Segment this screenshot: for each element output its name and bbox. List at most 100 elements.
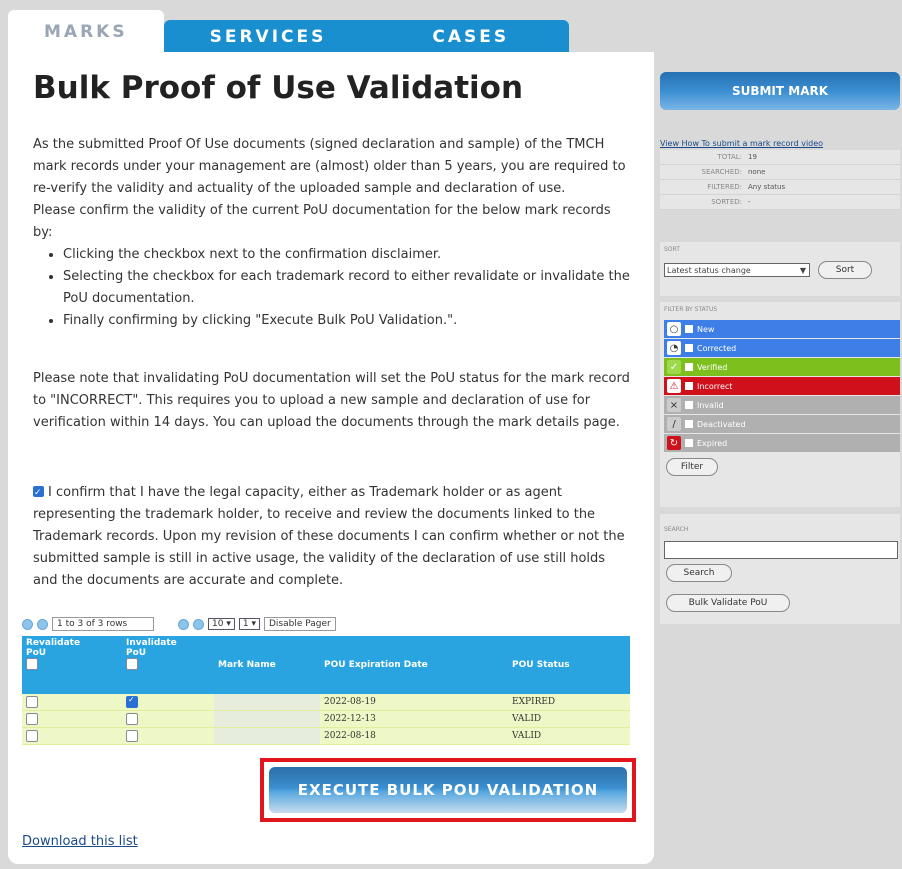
confirm-checkbox[interactable] [33, 482, 44, 504]
status-checkbox[interactable] [685, 382, 693, 390]
table-pager: 1 to 3 of 3 rows 10 ▾ 1 ▾ Disable Pager [22, 617, 336, 631]
confirm-disclaimer: I confirm that I have the legal capacity… [33, 482, 633, 592]
warning-icon: ⚠ [667, 379, 681, 393]
invalidate-checkbox[interactable] [126, 695, 138, 708]
stat-row: SEARCHED: none [660, 165, 900, 180]
row-range: 1 to 3 of 3 rows [52, 617, 154, 631]
stats-panel: TOTAL: 19 SEARCHED: none FILTERED: Any stat… [660, 150, 900, 210]
search-input[interactable] [664, 541, 898, 559]
sort-button[interactable]: Sort [818, 261, 872, 279]
revalidate-checkbox[interactable] [26, 696, 38, 708]
status-checkbox[interactable] [685, 363, 693, 371]
filter-button[interactable]: Filter [666, 458, 718, 476]
stat-row: SORTED: - [660, 195, 900, 210]
submit-mark-button[interactable]: SUBMIT MARK [660, 72, 900, 110]
stat-label: FILTERED: [707, 183, 742, 191]
search-button[interactable]: Search [666, 564, 732, 582]
invalidate-checkbox[interactable] [126, 713, 138, 725]
page-size-select[interactable]: 10 ▾ [208, 618, 235, 630]
stat-label: TOTAL: [717, 153, 742, 161]
invalidate-cell [122, 694, 214, 711]
sort-select[interactable]: Latest status change ▼ [664, 263, 810, 277]
status-invalid[interactable]: × Invalid [664, 396, 900, 414]
status-label: Invalid [697, 400, 724, 410]
download-list-link[interactable]: Download this list [22, 834, 138, 849]
invalid-icon: × [667, 398, 681, 412]
table-row: 2022-08-18 VALID [22, 727, 630, 745]
status-expired[interactable]: ↻ Expired [664, 434, 900, 452]
revalidate-cell [22, 694, 122, 711]
mark-name-cell[interactable] [214, 710, 320, 728]
mark-name-cell[interactable] [214, 727, 320, 745]
status-checkbox[interactable] [685, 401, 693, 409]
status-label: Verified [697, 362, 728, 372]
status-cell: VALID [508, 710, 630, 728]
first-page-icon[interactable] [22, 618, 33, 630]
mark-name-header[interactable]: Mark Name [214, 636, 320, 694]
page-select[interactable]: 1 ▾ [238, 618, 260, 630]
revalidate-all-checkbox[interactable] [26, 658, 38, 670]
tab-services[interactable]: SERVICES [163, 20, 373, 54]
revalidate-checkbox[interactable] [26, 713, 38, 725]
corrected-icon: ◔ [667, 341, 681, 355]
invalidate-cell [122, 727, 214, 745]
prev-page-icon[interactable] [37, 618, 48, 630]
table-row: 2022-08-19 EXPIRED [22, 694, 630, 711]
new-icon: ○ [667, 322, 681, 336]
status-header[interactable]: POU Status [508, 636, 630, 694]
disable-pager-button[interactable]: Disable Pager [263, 617, 336, 631]
page-size-value: 10 [212, 619, 224, 629]
invalidate-header: Invalidate PoU [122, 636, 214, 694]
bulk-validate-pou-button[interactable]: Bulk Validate PoU [666, 594, 790, 612]
stat-value: 19 [748, 153, 757, 161]
revalidate-cell [22, 710, 122, 728]
status-label: Corrected [697, 343, 737, 353]
table-row: 2022-12-13 VALID [22, 710, 630, 728]
instruction-item: Clicking the checkbox next to the confir… [63, 244, 633, 266]
revalidate-cell [22, 727, 122, 745]
status-verified[interactable]: ✓ Verified [664, 358, 900, 376]
status-checkbox[interactable] [685, 439, 693, 447]
stat-value: Any status [748, 183, 786, 191]
main-tabs: MARKS SERVICES CASES [8, 10, 570, 54]
expiration-cell: 2022-08-19 [320, 694, 508, 711]
invalidate-all-checkbox[interactable] [126, 658, 138, 670]
stat-label: SEARCHED: [701, 168, 743, 176]
tab-marks[interactable]: MARKS [8, 10, 164, 54]
submit-video-link[interactable]: View How To submit a mark record video [660, 139, 823, 148]
status-checkbox[interactable] [685, 325, 693, 333]
status-deactivated[interactable]: / Deactivated [664, 415, 900, 433]
revalidate-header: Revalidate PoU [22, 636, 122, 694]
status-filter-panel: FILTER BY STATUS ○ New ◔ Corrected ✓ Verifi… [660, 302, 900, 507]
intro-paragraph: As the submitted Proof Of Use documents … [33, 137, 626, 196]
stat-row: TOTAL: 19 [660, 150, 900, 165]
mark-records-table: Revalidate PoU Invalidate PoU Mark Name … [22, 636, 630, 745]
status-incorrect[interactable]: ⚠ Incorrect [664, 377, 900, 395]
stat-row: FILTERED: Any status [660, 180, 900, 195]
sort-selected: Latest status change [667, 265, 751, 275]
status-checkbox[interactable] [685, 344, 693, 352]
page-title: Bulk Proof of Use Validation [33, 70, 524, 106]
filter-label: FILTER BY STATUS [664, 306, 718, 313]
intro-instructions: Please confirm the validity of the curre… [33, 203, 611, 240]
check-icon: ✓ [667, 360, 681, 374]
expiration-header[interactable]: POU Expiration Date [320, 636, 508, 694]
invalidate-cell [122, 710, 214, 728]
execute-bulk-validation-button[interactable]: EXECUTE BULK POU VALIDATION [269, 767, 627, 813]
status-cell: EXPIRED [508, 694, 630, 711]
status-label: Incorrect [697, 381, 733, 391]
intro-text: As the submitted Proof Of Use documents … [33, 134, 633, 332]
confirm-text: I confirm that I have the legal capacity… [33, 485, 625, 588]
expiration-cell: 2022-08-18 [320, 727, 508, 745]
revalidate-checkbox[interactable] [26, 730, 38, 742]
last-page-icon[interactable] [193, 618, 204, 630]
status-new[interactable]: ○ New [664, 320, 900, 338]
next-page-icon[interactable] [178, 618, 189, 630]
chevron-down-icon: ▼ [799, 265, 806, 275]
tab-cases[interactable]: CASES [372, 20, 570, 54]
status-checkbox[interactable] [685, 420, 693, 428]
mark-name-cell[interactable] [214, 694, 320, 711]
invalidate-checkbox[interactable] [126, 730, 138, 742]
status-corrected[interactable]: ◔ Corrected [664, 339, 900, 357]
execute-highlight: EXECUTE BULK POU VALIDATION [260, 758, 636, 822]
